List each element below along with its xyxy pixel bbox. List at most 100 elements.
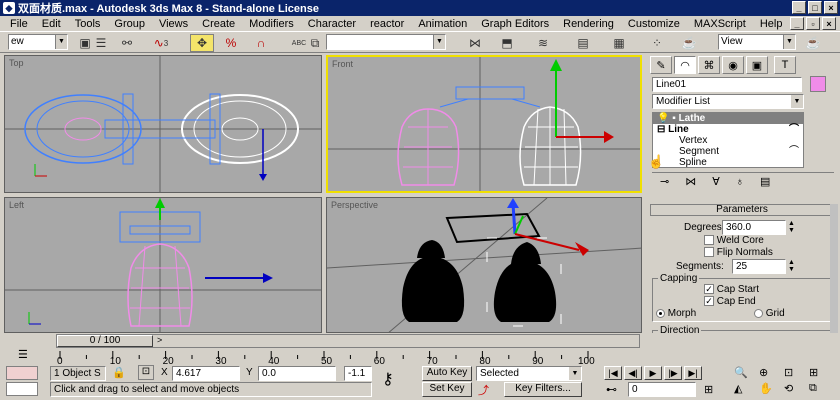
track-bar-icon[interactable]: ☰ <box>18 348 28 361</box>
menu-maxscript[interactable]: MAXScript <box>694 18 746 30</box>
field-of-view-icon[interactable]: ◭ <box>734 382 758 397</box>
stack-item-line[interactable]: ⊟ Line ⌒ <box>653 124 803 135</box>
set-key-key-icon[interactable]: ⚷ <box>382 369 394 389</box>
absolute-mode-icon[interactable]: ⊡ <box>138 365 154 380</box>
grid-radio[interactable]: Grid <box>754 308 785 319</box>
doc-minimize-button[interactable]: _ <box>790 17 804 30</box>
viewport-left[interactable]: Left <box>4 197 322 333</box>
viewport-top[interactable]: Top <box>4 55 322 193</box>
cap-end-checkbox[interactable]: ✓ Cap End <box>704 296 756 307</box>
current-frame-field[interactable]: 0 <box>628 382 696 397</box>
maximize-viewport-icon[interactable]: ⧉ <box>809 382 833 397</box>
material-editor-icon[interactable]: ⁘ <box>648 34 666 52</box>
curve-editor-icon[interactable]: ▤ <box>574 34 592 52</box>
segments-spinner[interactable]: 25 <box>732 259 786 274</box>
time-slider-right-arrow[interactable]: > <box>157 335 162 345</box>
menu-rendering[interactable]: Rendering <box>563 18 614 30</box>
hierarchy-tab-icon[interactable]: ⌘ <box>698 56 720 74</box>
max-app-icon[interactable]: ◆ <box>3 2 15 14</box>
layer-manager-icon[interactable]: ≋ <box>534 34 552 52</box>
doc-close-button[interactable]: × <box>822 17 836 30</box>
menu-character[interactable]: Character <box>308 18 356 30</box>
goto-start-icon[interactable]: |◀ <box>604 366 622 380</box>
parameters-rollout[interactable]: Parameters <box>650 204 834 216</box>
auto-key-button[interactable]: Auto Key <box>422 366 472 381</box>
select-by-name-icon[interactable]: ☰ <box>92 34 110 52</box>
mirror-selection-icon[interactable]: ⧉ <box>306 34 324 52</box>
selection-lock-icon[interactable]: 🔒 <box>112 366 126 379</box>
z-coordinate-field[interactable]: -1.1 <box>344 366 372 381</box>
menu-customize[interactable]: Customize <box>628 18 680 30</box>
motion-tab-icon[interactable]: ◉ <box>722 56 744 74</box>
set-key-button[interactable]: Set Key <box>422 382 472 397</box>
object-color-swatch[interactable] <box>810 76 826 92</box>
maxscript-input-mini[interactable] <box>6 382 38 396</box>
command-panel-scrollbar[interactable] <box>830 204 838 354</box>
ref-coord-dropdown[interactable]: View ▼ <box>718 34 796 50</box>
arc-rotate-icon[interactable]: ⟲ <box>784 382 808 397</box>
stack-item-spline[interactable]: Spline <box>653 157 803 168</box>
maxscript-listener-mini[interactable] <box>6 366 38 380</box>
viewport-label-front[interactable]: Front <box>332 59 353 69</box>
show-end-result-icon[interactable]: ⋈ <box>685 175 696 188</box>
stack-item-vertex[interactable]: Vertex <box>653 135 803 146</box>
menu-views[interactable]: Views <box>159 18 188 30</box>
spinner-arrows-icon[interactable]: ▲ ▼ <box>788 259 795 273</box>
spinner-arrows-icon[interactable]: ▲ ▼ <box>788 220 795 234</box>
modifier-list-dropdown[interactable]: Modifier List ▼ <box>652 94 804 109</box>
menu-file[interactable]: File <box>10 18 28 30</box>
select-and-scale-icon[interactable]: ∩ <box>252 34 270 52</box>
named-selection-dropdown[interactable]: ▼ <box>326 34 446 50</box>
menu-edit[interactable]: Edit <box>42 18 61 30</box>
key-mode-toggle-icon[interactable]: ⊷ <box>606 383 617 396</box>
degrees-spinner[interactable]: 360.0 <box>722 220 786 235</box>
next-frame-icon[interactable]: |▶ <box>664 366 682 380</box>
schematic-view-icon[interactable]: ▦ <box>610 34 628 52</box>
prev-frame-icon[interactable]: ◀| <box>624 366 642 380</box>
key-mode-dropdown[interactable]: Selected ▼ <box>476 366 582 381</box>
select-and-rotate-icon[interactable]: % <box>222 34 240 52</box>
selection-filter-dropdown[interactable]: ew ▼ <box>8 34 68 50</box>
morph-radio[interactable]: Morph <box>656 308 696 319</box>
viewport-perspective[interactable]: Perspective <box>326 197 642 333</box>
doc-restore-button[interactable]: ▫ <box>806 17 820 30</box>
object-name-field[interactable]: Line01 <box>652 77 802 92</box>
stack-item-segment[interactable]: Segment ⌒ <box>653 146 803 157</box>
viewport-front[interactable]: Front <box>326 55 642 193</box>
time-slider-thumb[interactable]: 0 / 100 <box>57 335 153 347</box>
utilities-tab-icon[interactable]: T <box>774 56 796 74</box>
weld-core-checkbox[interactable]: Weld Core <box>704 235 764 246</box>
goto-end-icon[interactable]: ▶| <box>684 366 702 380</box>
menu-create[interactable]: Create <box>202 18 235 30</box>
close-button[interactable]: × <box>824 1 838 14</box>
menu-animation[interactable]: Animation <box>418 18 467 30</box>
flip-normals-checkbox[interactable]: Flip Normals <box>704 247 773 258</box>
minimize-button[interactable]: _ <box>792 1 806 14</box>
zoom-all-icon[interactable]: ⊕ <box>759 366 783 381</box>
menu-graph-editors[interactable]: Graph Editors <box>481 18 549 30</box>
time-configuration-icon[interactable]: ⊞ <box>704 383 713 396</box>
menu-reactor[interactable]: reactor <box>370 18 404 30</box>
modify-tab-icon[interactable]: ◠ <box>674 56 696 74</box>
display-tab-icon[interactable]: ▣ <box>746 56 768 74</box>
key-tangent-icon[interactable]: ⤴ <box>478 382 489 398</box>
configure-sets-icon[interactable]: ▤ <box>760 175 770 188</box>
menu-tools[interactable]: Tools <box>75 18 101 30</box>
x-coordinate-field[interactable]: 4.617 <box>172 366 240 381</box>
viewport-label-top[interactable]: Top <box>9 58 24 68</box>
key-filters-button[interactable]: Key Filters... <box>504 382 582 397</box>
cap-start-checkbox[interactable]: ✓ Cap Start <box>704 284 759 295</box>
zoom-icon[interactable]: 🔍 <box>734 366 758 381</box>
align-icon[interactable]: ⬒ <box>498 34 516 52</box>
play-icon[interactable]: ▶ <box>644 366 662 380</box>
y-coordinate-field[interactable]: 0.0 <box>258 366 336 381</box>
menu-help[interactable]: Help <box>760 18 783 30</box>
create-tab-icon[interactable]: ✎ <box>650 56 672 74</box>
zoom-extents-all-icon[interactable]: ⊞ <box>809 366 833 381</box>
remove-modifier-icon[interactable]: ♁ <box>736 176 744 188</box>
pin-stack-icon[interactable]: ⊸ <box>660 175 669 188</box>
bulb-icon[interactable]: 💡 <box>657 113 669 124</box>
menu-group[interactable]: Group <box>114 18 145 30</box>
zoom-extents-icon[interactable]: ⊡ <box>784 366 808 381</box>
render-scene-icon[interactable]: ☕ <box>680 34 698 52</box>
